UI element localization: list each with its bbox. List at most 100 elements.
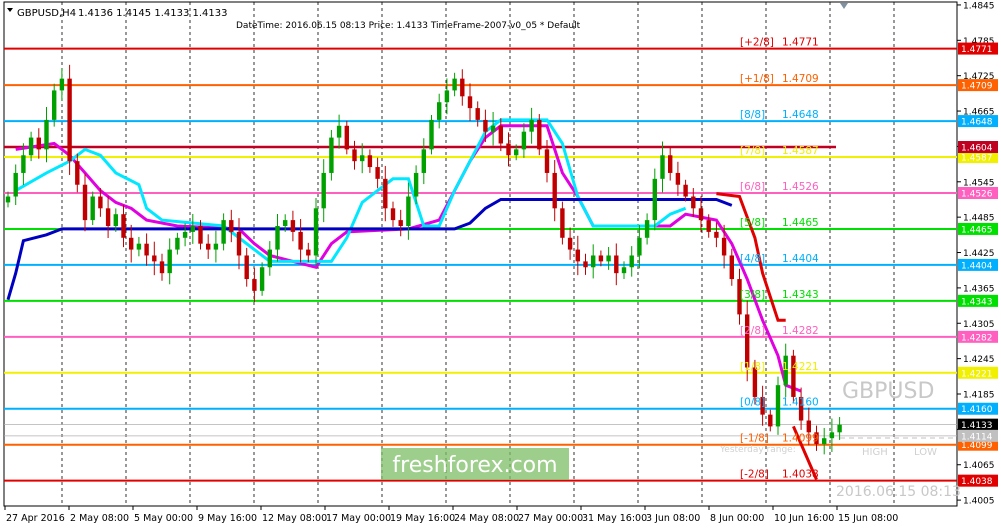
murrey-level-tag-label: 1.4221	[961, 369, 993, 379]
candle-body	[144, 243, 149, 256]
x-tick-label: 19 May 16:00	[390, 513, 455, 524]
murrey-level-price: 1.4099	[782, 433, 819, 445]
murrey-level-price: 1.4465	[782, 217, 819, 229]
murrey-level-label: [3/8]	[740, 289, 765, 301]
candle-body	[98, 196, 103, 209]
x-tick-label: 17 May 00:00	[326, 513, 391, 524]
x-tick-label: 2 May 08:00	[70, 513, 129, 524]
candle-body	[837, 424, 842, 433]
murrey-level-label: [-2/8]	[740, 469, 769, 481]
candle-body	[290, 220, 296, 232]
candle-body	[213, 243, 219, 250]
price-marker-tag-label: 1.4114	[961, 432, 993, 442]
x-tick-label: 24 May 08:00	[454, 513, 519, 524]
candle-body	[113, 214, 118, 226]
y-tick-label: 1.4305	[963, 320, 995, 330]
candle-body	[375, 167, 380, 179]
candle-body	[259, 267, 265, 291]
murrey-level-tag-label: 1.4038	[961, 477, 993, 487]
murrey-level-price: 1.4526	[782, 181, 819, 193]
candle-body	[229, 220, 234, 232]
candle-body	[560, 208, 565, 238]
x-tick-label: 15 Jun 08:00	[838, 513, 898, 524]
candle-body	[591, 255, 596, 268]
candle-body	[652, 178, 657, 221]
yesterday-range-text: Yesterday range:	[719, 445, 796, 455]
candle-body	[159, 261, 165, 274]
candle-body	[444, 90, 450, 103]
candle-body	[336, 125, 342, 138]
candle-body	[152, 255, 157, 262]
candle-body	[514, 149, 519, 156]
candle-body	[644, 220, 650, 238]
candle-body	[198, 226, 203, 244]
murrey-level-tag-label: 1.4343	[961, 297, 993, 307]
y-tick-label: 1.4005	[963, 497, 995, 507]
candle-body	[429, 119, 434, 150]
murrey-level-label: [0/8]	[740, 397, 765, 409]
candle-body	[206, 243, 211, 250]
candle-body	[190, 226, 195, 232]
candle-body	[698, 208, 704, 221]
candle-body	[360, 155, 365, 162]
candle-body	[67, 78, 72, 162]
murrey-level-label: [1/8]	[740, 361, 765, 373]
candle-body	[136, 243, 142, 250]
murrey-level-price: 1.4282	[782, 325, 819, 337]
candle-body	[90, 196, 95, 221]
candle-body	[236, 231, 242, 256]
murrey-level-label: [8/8]	[740, 109, 765, 121]
symbol-watermark: GBPUSD	[842, 379, 934, 404]
murrey-level-label: [+2/8]	[740, 37, 774, 49]
murrey-level-tag-label: 1.4771	[961, 45, 993, 55]
candle-body	[175, 237, 180, 250]
candle-body	[283, 220, 288, 226]
candle-body	[182, 231, 188, 238]
x-tick-label: 10 Jun 16:00	[774, 513, 834, 524]
candle-body	[105, 208, 111, 226]
murrey-level-price: 1.4221	[782, 361, 819, 373]
candle-body	[306, 249, 311, 256]
candle-body	[13, 172, 18, 197]
y-tick-label: 1.4485	[963, 214, 995, 224]
candle-body	[406, 196, 411, 226]
murrey-level-tag-label: 1.4709	[961, 82, 993, 92]
candle-body	[52, 90, 57, 120]
candle-body	[668, 155, 673, 173]
x-tick-label: 27 Apr 2016	[6, 513, 65, 524]
x-tick-label: 27 May 00:00	[518, 513, 583, 524]
murrey-level-price: 1.4648	[782, 109, 819, 121]
candle-body	[552, 172, 557, 209]
candle-body	[614, 255, 619, 274]
candle-body	[467, 96, 473, 109]
candle-body	[244, 255, 249, 280]
murrey-level-tag-label: 1.4099	[961, 441, 993, 451]
murrey-level-label: [6/8]	[740, 181, 765, 193]
candle-body	[275, 226, 280, 250]
candle-body	[398, 220, 403, 226]
candle-body	[483, 119, 488, 132]
candle-body	[537, 119, 542, 150]
y-tick-label: 1.4425	[963, 249, 995, 259]
candle-body	[460, 78, 465, 97]
candle-body	[806, 420, 811, 433]
y-tick-label: 1.4245	[963, 355, 995, 365]
candle-body	[28, 137, 34, 156]
price-marker-tag-label: 1.4133	[961, 421, 993, 431]
candle-body	[675, 172, 681, 185]
candle-body	[167, 249, 172, 274]
candle-body	[329, 137, 334, 173]
murrey-level-price: 1.4771	[782, 37, 819, 49]
candle-body	[637, 237, 642, 256]
candle-body	[121, 214, 126, 238]
candle-body	[298, 231, 303, 250]
candle-body	[729, 255, 734, 280]
candle-body	[383, 178, 388, 209]
candle-body	[452, 78, 457, 91]
murrey-level-label: [+1/8]	[740, 73, 774, 85]
candle-body	[475, 108, 480, 120]
candle-body	[721, 237, 727, 256]
extra-level-tag-label: 1.4604	[961, 144, 993, 154]
candle-body	[490, 125, 496, 132]
y-tick-label: 1.4845	[963, 1, 995, 11]
